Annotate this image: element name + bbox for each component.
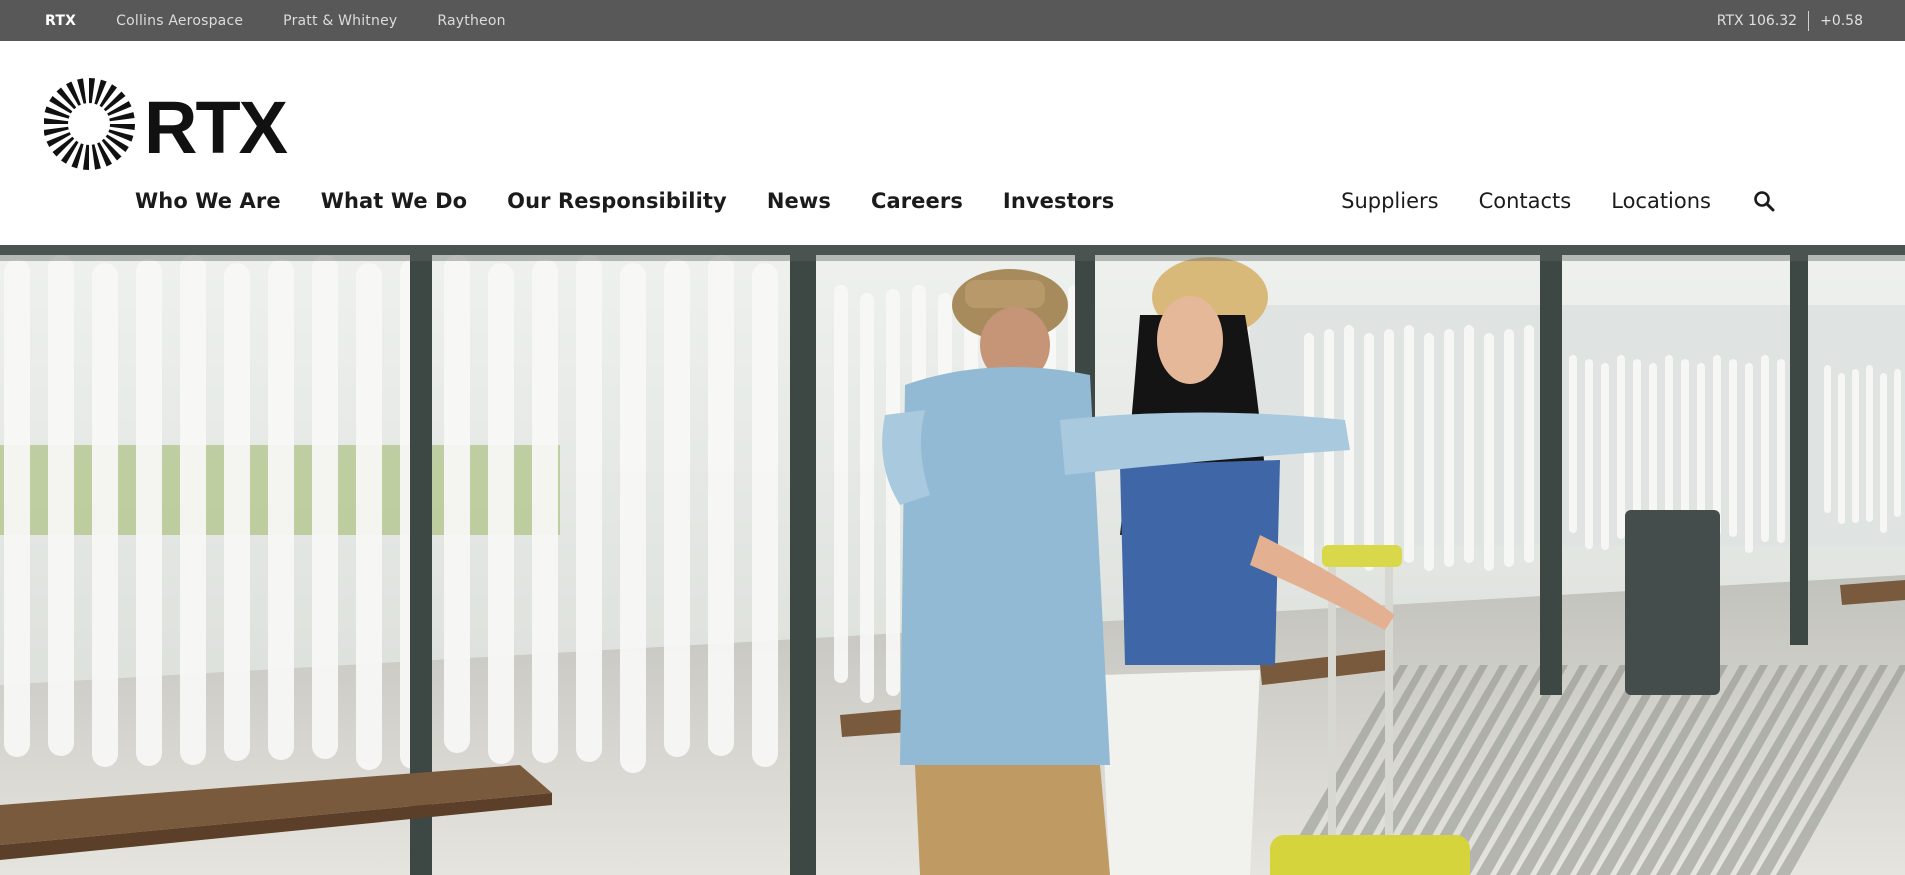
fence-slat bbox=[488, 263, 514, 764]
logo-ray bbox=[109, 124, 135, 130]
fence-slat bbox=[48, 255, 74, 756]
fence-slat bbox=[1838, 373, 1845, 524]
fence-slat bbox=[92, 263, 118, 767]
ticker-divider bbox=[1808, 10, 1810, 31]
fence-slat bbox=[1484, 333, 1494, 571]
logo-ray bbox=[89, 78, 95, 104]
fence-slat bbox=[444, 255, 470, 753]
fence-slat bbox=[532, 259, 558, 763]
stock-ticker[interactable]: RTX 106.32 +0.58 bbox=[1717, 0, 1863, 41]
fence-slat bbox=[1894, 369, 1901, 517]
fence-slat bbox=[1617, 355, 1625, 539]
fence-slat bbox=[1524, 325, 1534, 563]
stock-price: RTX 106.32 bbox=[1716, 12, 1798, 29]
fence-slat bbox=[1713, 355, 1721, 536]
fence-slat bbox=[312, 255, 338, 759]
stock-change: +0.58 bbox=[1820, 12, 1863, 29]
brand-link-rtx[interactable]: RTX bbox=[45, 13, 76, 29]
brand-bar: RTX Collins Aerospace Pratt & Whitney Ra… bbox=[0, 0, 1905, 41]
fence-slat bbox=[1761, 355, 1769, 542]
fence-slat bbox=[1404, 325, 1414, 563]
utility-navigation: Suppliers Contacts Locations bbox=[1301, 182, 1777, 220]
rail-shadow bbox=[0, 255, 1905, 261]
logo-ray bbox=[44, 118, 69, 124]
logo-wordmark: RTX bbox=[144, 86, 288, 169]
fence-slat bbox=[1424, 333, 1434, 571]
fence-slat bbox=[356, 263, 382, 770]
fence-slat bbox=[1444, 329, 1454, 567]
fence-slat bbox=[1880, 373, 1887, 533]
main-navigation: Who We Are What We Do Our Responsibility… bbox=[135, 182, 1154, 220]
search-icon bbox=[1754, 191, 1775, 212]
fence-slat bbox=[1504, 329, 1514, 567]
fence-slat bbox=[576, 255, 602, 762]
nav-investors[interactable]: Investors bbox=[1003, 189, 1114, 213]
fence-slat bbox=[1569, 355, 1577, 533]
nav-careers[interactable]: Careers bbox=[871, 189, 963, 213]
fence-slat bbox=[4, 259, 30, 757]
fence-slat bbox=[1364, 333, 1374, 571]
hero-image bbox=[0, 245, 1905, 875]
nav-our-responsibility[interactable]: Our Responsibility bbox=[507, 189, 727, 213]
fence-slat bbox=[180, 255, 206, 765]
trash-can bbox=[1625, 510, 1720, 695]
brand-link-pratt-whitney[interactable]: Pratt & Whitney bbox=[283, 13, 397, 29]
fence-slat bbox=[136, 259, 162, 766]
fence-slat bbox=[1866, 365, 1873, 522]
brand-link-collins-aerospace[interactable]: Collins Aerospace bbox=[116, 13, 243, 29]
fence-slat bbox=[268, 259, 294, 760]
nav-suppliers[interactable]: Suppliers bbox=[1341, 189, 1438, 213]
nav-locations[interactable]: Locations bbox=[1611, 189, 1711, 213]
fence-slat bbox=[1777, 359, 1785, 543]
shelter-top-rail bbox=[0, 245, 1905, 255]
fence-slat bbox=[1729, 359, 1737, 537]
nav-contacts[interactable]: Contacts bbox=[1479, 189, 1572, 213]
fence-slat bbox=[224, 263, 250, 761]
fence-slat bbox=[1585, 359, 1593, 549]
site-header: RTX Who We Are What We Do Our Responsibi… bbox=[0, 41, 1905, 245]
fence-slat bbox=[664, 259, 690, 757]
fence-slat bbox=[1745, 363, 1753, 553]
fence-slat bbox=[860, 293, 874, 703]
search-button[interactable] bbox=[1751, 188, 1777, 214]
fence-slat bbox=[1601, 363, 1609, 550]
nav-news[interactable]: News bbox=[767, 189, 831, 213]
fence-slat bbox=[1384, 329, 1394, 567]
fence-slat bbox=[708, 255, 734, 756]
fence-slat bbox=[620, 263, 646, 773]
rtx-logo-mark: RTX bbox=[44, 78, 290, 170]
fence-slat bbox=[1464, 325, 1474, 563]
nav-what-we-do[interactable]: What We Do bbox=[321, 189, 467, 213]
nav-who-we-are[interactable]: Who We Are bbox=[135, 189, 281, 213]
logo-ray bbox=[83, 144, 89, 170]
hero-video[interactable] bbox=[0, 245, 1905, 875]
brand-link-raytheon[interactable]: Raytheon bbox=[437, 13, 505, 29]
fence-slat bbox=[752, 263, 778, 767]
fence-slat bbox=[1824, 365, 1831, 513]
brand-links: RTX Collins Aerospace Pratt & Whitney Ra… bbox=[45, 0, 546, 41]
fence-slat bbox=[1852, 369, 1859, 523]
rtx-logo[interactable]: RTX bbox=[44, 77, 290, 173]
fence-slat bbox=[834, 285, 848, 683]
